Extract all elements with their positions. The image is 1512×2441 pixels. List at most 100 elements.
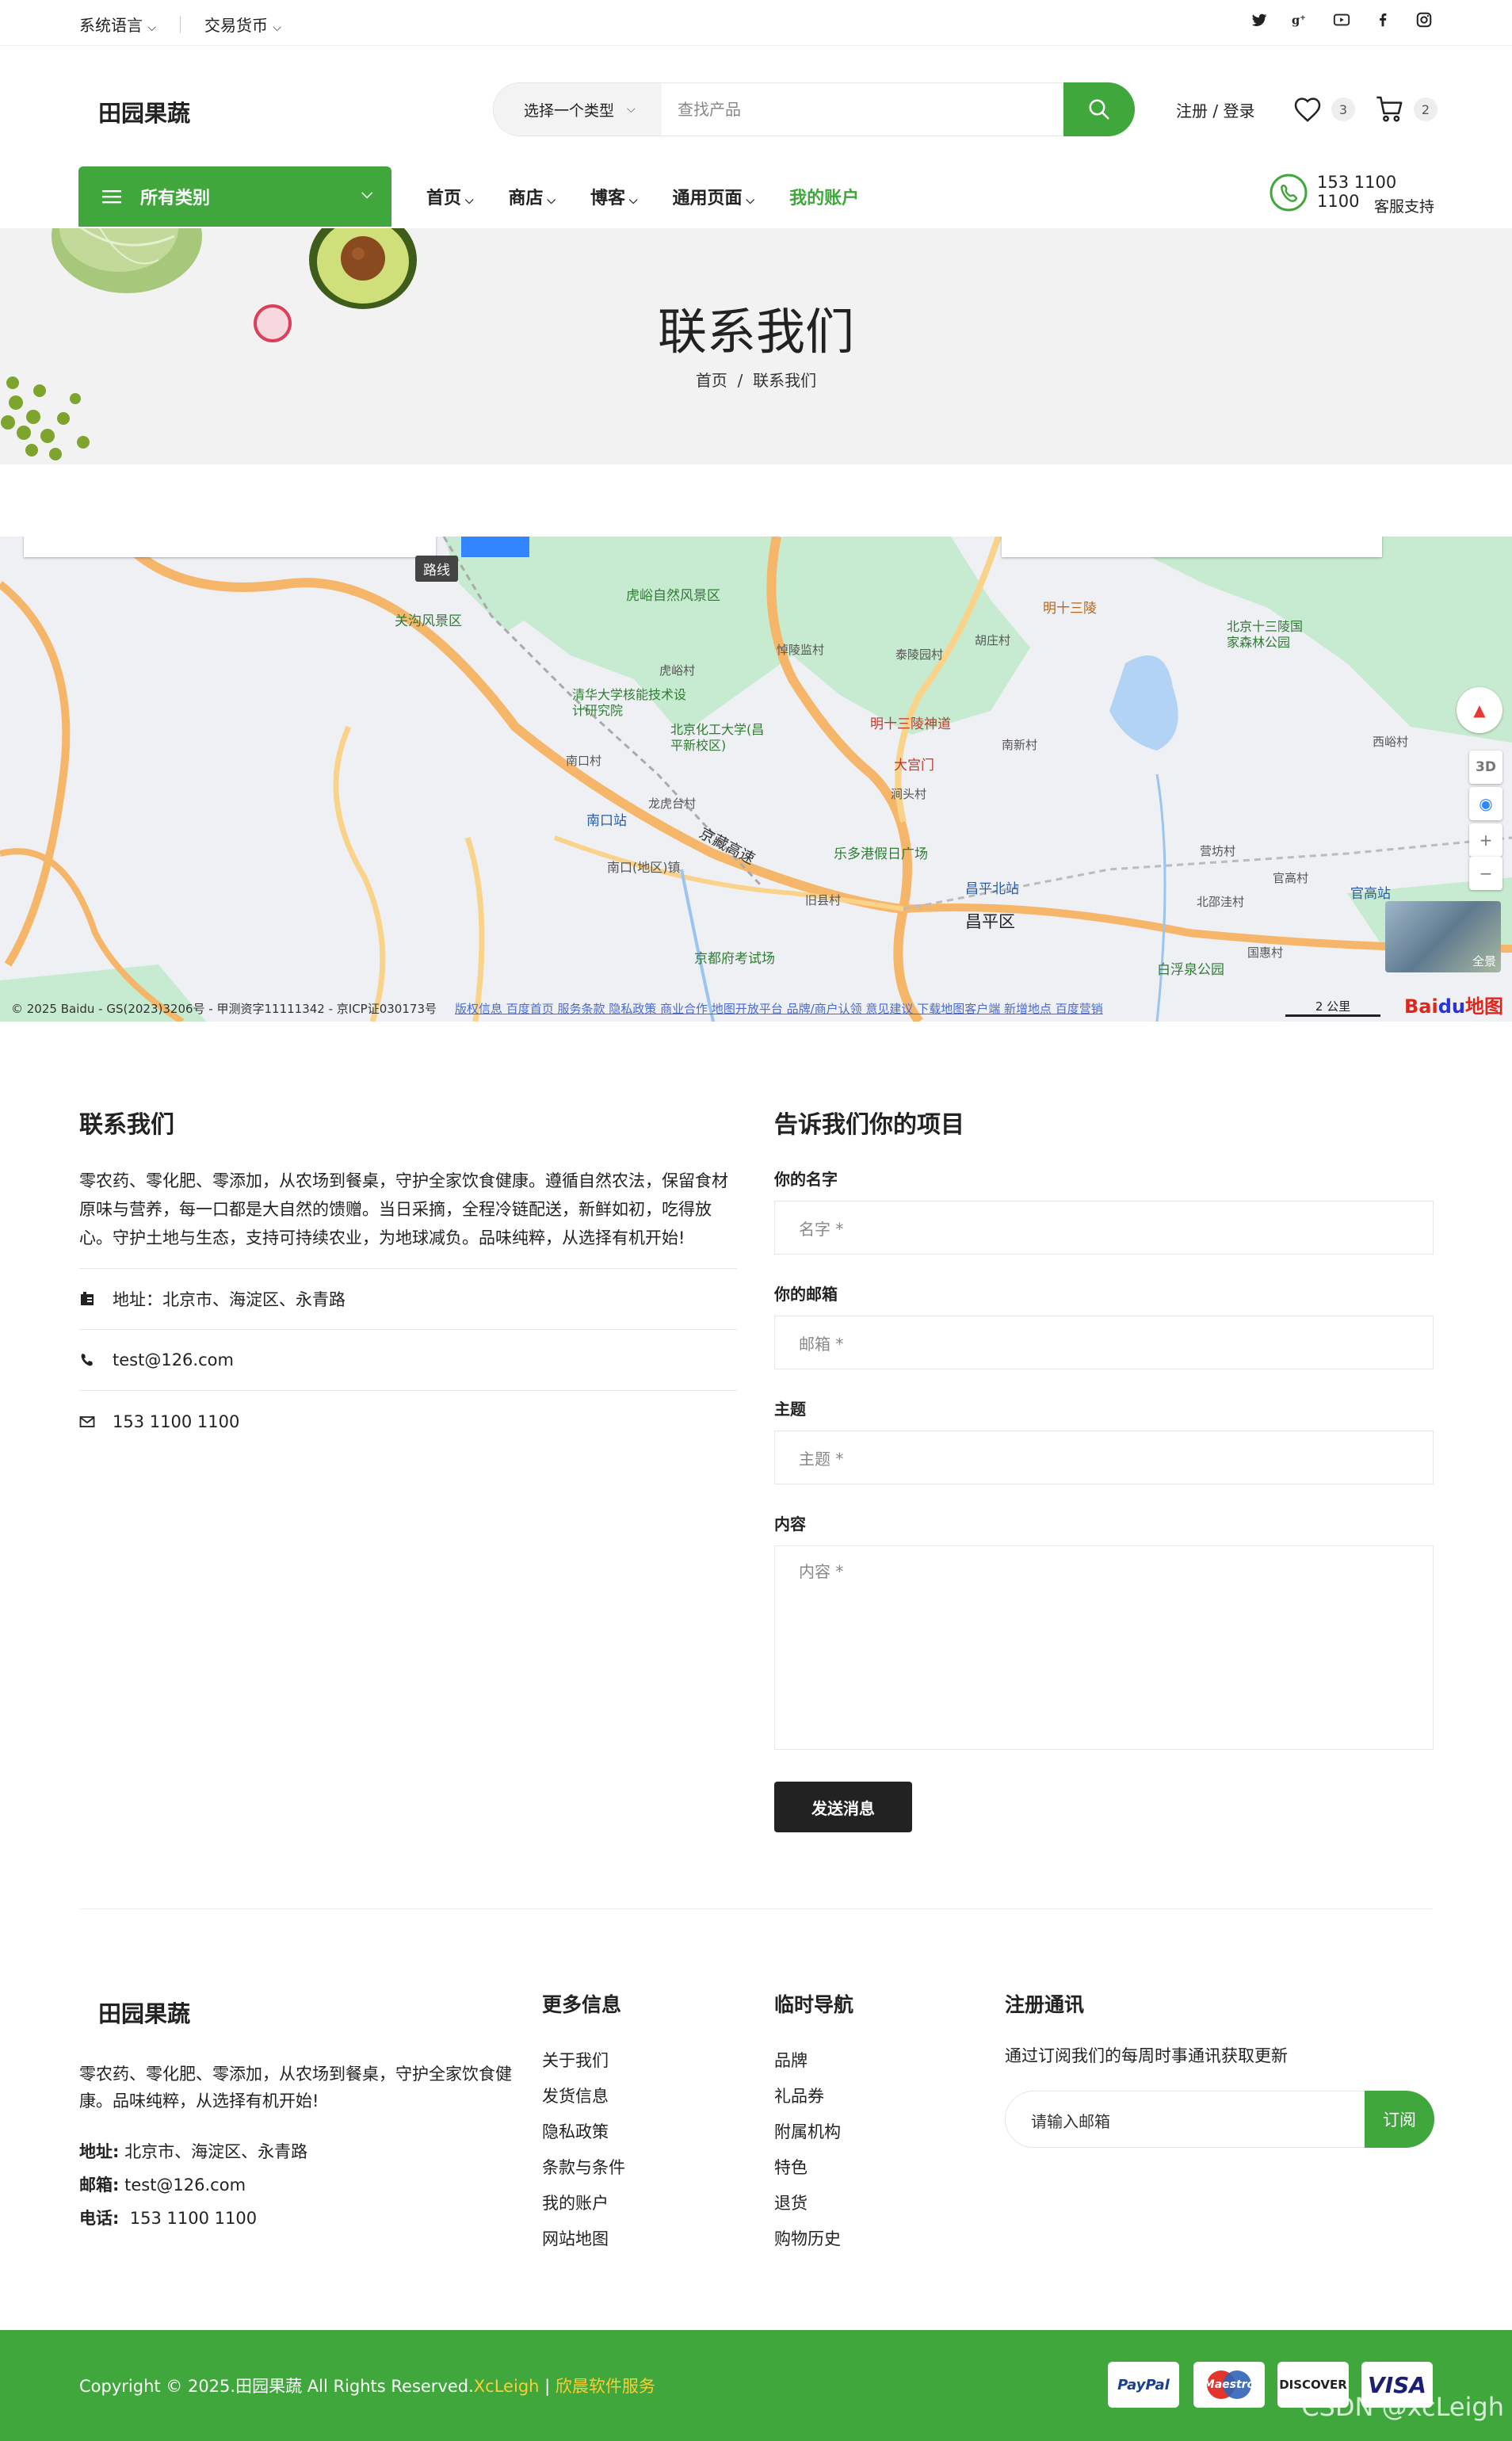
currency-selector[interactable]: 交易货币 ⌵ [204,13,281,36]
facebook-icon[interactable] [1374,11,1392,29]
support-label: 客服支持 [1373,198,1434,216]
wishlist-button[interactable]: 3 [1292,94,1355,125]
map-label: 关沟风景区 [395,613,462,629]
footer-link[interactable]: 购物历史 [774,2221,853,2257]
youtube-icon[interactable] [1333,11,1350,29]
contact-address-row: 地址：北京市、海淀区、永青路 [79,1269,737,1330]
cart-button[interactable]: 2 [1374,94,1438,125]
nav-item-home[interactable]: 首页 ⌵ [426,184,474,209]
paypal-icon: PayPal [1108,2362,1179,2408]
map-label: 官高村 [1273,871,1309,885]
search-bar: 选择一个类型 ⌵ [493,82,1135,136]
language-selector[interactable]: 系统语言 ⌵ [79,13,156,36]
map-label: 北邵洼村 [1197,895,1245,909]
map-label: 京都府考试场 [694,951,775,967]
send-message-button[interactable]: 发送消息 [774,1782,912,1832]
subscribe-button[interactable]: 订阅 [1365,2091,1434,2148]
copyright-label: Copyright © 2025.田园果蔬 All Rights Reserve… [79,2377,474,2396]
footer-link[interactable]: 礼品券 [774,2079,853,2114]
phone-icon [81,1354,93,1366]
phone-support-icon [1270,174,1308,212]
contact-phone[interactable]: 153 1100 1100 [113,1412,239,1431]
login-register-link[interactable]: 注册 / 登录 [1176,98,1254,121]
footer-email-value[interactable]: test@126.com [124,2176,246,2195]
map-label: 营坊村 [1200,844,1236,858]
footer-link[interactable]: 退货 [774,2186,853,2221]
footer-address-value: 北京市、海淀区、永青路 [124,2142,308,2161]
nav-item-label: 通用页面 [672,189,743,208]
nav-item-label: 博客 [590,189,626,208]
google-plus-icon[interactable]: g + [1292,11,1309,29]
footer-link[interactable]: 网站地图 [542,2221,625,2257]
map-footer-links[interactable]: 版权信息 百度首页 服务条款 隐私政策 商业合作 地图开放平台 品牌/商户认领 … [455,1000,1103,1017]
map-label: 南口村 [566,754,602,768]
map-label: 胡庄村 [975,633,1011,647]
all-categories-button[interactable]: 所有类别 ⌵ [78,166,391,227]
footer-col-title: 临时导航 [774,1993,854,2016]
map-label: 昌平区 [965,912,1015,931]
author-link[interactable]: XcLeigh [474,2377,540,2396]
footer-phone-value[interactable]: 153 1100 1100 [130,2209,257,2228]
footer-link[interactable]: 特色 [774,2150,853,2186]
map-label: 悼陵监村 [777,643,825,657]
nav-item-shop[interactable]: 商店 ⌵ [509,184,556,209]
contact-phone-row: 153 1100 1100 [79,1391,737,1452]
footer-link[interactable]: 我的账户 [542,2186,625,2221]
category-select-label: 选择一个类型 [524,101,615,120]
name-field[interactable]: 名字 * [774,1201,1434,1255]
company-link[interactable]: 欣晨软件服务 [556,2377,655,2396]
footer-logo[interactable]: 田园果蔬 [98,1996,515,2029]
name-label: 你的名字 [774,1170,838,1189]
search-input[interactable] [678,83,1010,136]
watermark: CSDN @xcLeigh [1301,2392,1504,2422]
main-nav: 首页 ⌵ 商店 ⌵ 博客 ⌵ 通用页面 ⌵ 我的账户 [426,184,859,209]
top-bar: 系统语言 ⌵ 交易货币 ⌵ g + [0,0,1512,46]
maestro-icon: Maestro [1193,2362,1265,2408]
map-scale: 2 公里 [1285,998,1380,1017]
panorama-thumbnail[interactable]: 全景 [1385,901,1501,972]
map-label: 旧县村 [805,893,842,907]
minus-icon: − [1479,864,1493,883]
plus-icon: + [1479,831,1493,850]
map-label: 北京化工大学(昌平新校区) [670,722,765,753]
instagram-icon[interactable] [1415,11,1433,29]
footer-link[interactable]: 关于我们 [542,2043,625,2079]
twitter-icon[interactable] [1250,11,1268,29]
nav-item-blog[interactable]: 博客 ⌵ [590,184,638,209]
content-textarea[interactable]: 内容 * [774,1545,1434,1750]
site-logo[interactable]: 田园果蔬 [98,95,190,128]
email-field[interactable]: 邮箱 * [774,1316,1434,1369]
map-toolbar[interactable] [1002,537,1382,557]
footer-link[interactable]: 附属机构 [774,2114,853,2150]
map-label: 南口(地区)镇 [607,860,681,875]
locate-icon: ◉ [1479,794,1493,813]
baidu-map-logo[interactable]: Baidu地图 [1404,991,1503,1018]
cart-count-badge: 2 [1414,97,1438,121]
map-search-button[interactable] [461,537,529,557]
search-icon [1089,99,1109,120]
breadcrumb-home[interactable]: 首页 [696,371,727,390]
footer-link[interactable]: 隐私政策 [542,2114,625,2150]
map-zoom-in-button[interactable]: + [1469,823,1502,857]
search-button[interactable] [1063,82,1135,136]
nav-item-pages[interactable]: 通用页面 ⌵ [673,184,755,209]
svg-text:+: + [1300,13,1306,22]
map-locate-button[interactable]: ◉ [1469,787,1502,820]
breadcrumb-current: 联系我们 [753,371,817,390]
chevron-down-icon: ⌵ [361,185,372,202]
panorama-label: 全景 [1472,954,1496,968]
contact-email[interactable]: test@126.com [113,1350,234,1369]
category-select[interactable]: 选择一个类型 ⌵ [494,83,662,136]
map-zoom-out-button[interactable]: − [1469,857,1502,890]
subject-field[interactable]: 主题 * [774,1431,1434,1484]
footer-link[interactable]: 发货信息 [542,2079,625,2114]
footer-link[interactable]: 品牌 [774,2043,853,2079]
newsletter-email-input[interactable]: 请输入邮箱 [1031,2109,1110,2132]
baidu-map[interactable]: 路线 虎峪自然风景区 明十三陵 关沟风景区 北京十三陵国家森林公园 清华大学核能… [0,537,1512,1022]
map-compass[interactable]: ▲ [1457,687,1502,733]
nav-item-my-account[interactable]: 我的账户 [789,184,859,209]
map-label: 清华大学核能技术设计研究院 [572,687,687,718]
footer-link[interactable]: 条款与条件 [542,2150,625,2186]
map-search-box[interactable] [24,537,436,557]
map-3d-button[interactable]: 3D [1469,751,1502,784]
